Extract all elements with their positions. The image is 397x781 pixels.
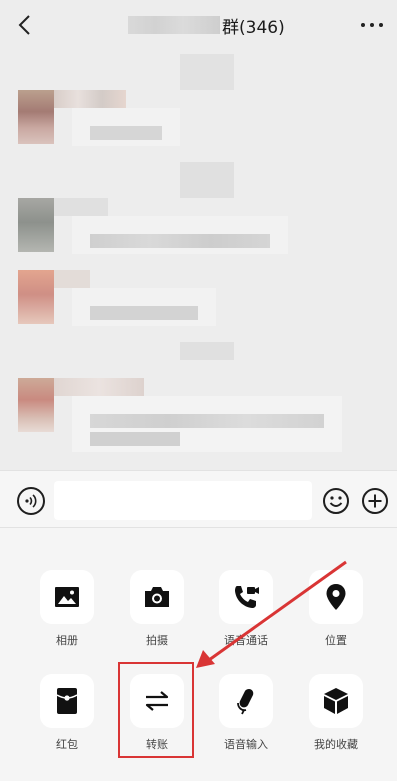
more-dots-icon [361,23,365,27]
video-call-icon [235,586,259,608]
blurred-group-name [128,16,220,34]
favorites-box-icon [324,688,348,714]
group-title: 群(346) [128,12,285,38]
voice-call-label: 语音通话 [224,634,268,647]
blurred-text [90,432,180,446]
annotation-highlight-box [118,662,194,758]
avatar [18,270,54,324]
voice-input-label: 语音输入 [224,738,268,751]
red-packet-label: 红包 [56,738,78,751]
location-label: 位置 [325,634,347,647]
input-bar [0,470,397,528]
chat-screen: 群(346) 相册 拍摄 语音通话 位置 红包 转账 语音输入 我的收藏 [0,0,397,781]
location-pin-icon [326,584,346,610]
back-button[interactable] [12,11,40,39]
emoji-button[interactable] [322,487,350,515]
plus-icon [362,488,388,514]
blurred-name [54,198,108,216]
chat-messages-area[interactable] [0,50,397,470]
emoji-icon [323,488,349,514]
message-input[interactable] [54,481,312,520]
top-bar: 群(346) [0,0,397,50]
blurred-name [54,270,90,288]
blurred-text [90,234,270,248]
microphone-icon [237,689,254,715]
image-icon [55,587,79,607]
red-packet-icon [56,688,78,714]
camera-tile[interactable]: 拍摄 [130,570,184,648]
favorites-label: 我的收藏 [314,738,358,751]
blurred-timestamp [180,342,234,360]
blurred-timestamp [180,162,234,198]
plus-button[interactable] [361,487,389,515]
chevron-left-icon [18,15,30,35]
page-title: 群(346) [222,17,285,38]
favorites-tile[interactable]: 我的收藏 [309,674,363,752]
voice-button[interactable] [17,487,45,515]
album-label: 相册 [56,634,78,647]
camera-icon [145,587,169,607]
voice-icon [25,494,37,508]
location-tile[interactable]: 位置 [309,570,363,648]
blurred-name [54,90,126,108]
avatar [18,198,54,252]
avatar [18,90,54,144]
blurred-timestamp [180,54,234,90]
blurred-text [90,306,198,320]
voice-input-tile[interactable]: 语音输入 [219,674,273,752]
more-button[interactable] [361,13,383,37]
blurred-text [90,126,162,140]
blurred-name [54,378,144,396]
red-packet-tile[interactable]: 红包 [40,674,94,752]
camera-label: 拍摄 [146,634,168,647]
avatar [18,378,54,432]
blurred-text [90,414,324,428]
album-tile[interactable]: 相册 [40,570,94,648]
function-panel: 相册 拍摄 语音通话 位置 红包 转账 语音输入 我的收藏 [0,528,397,781]
voice-call-tile[interactable]: 语音通话 [219,570,273,648]
